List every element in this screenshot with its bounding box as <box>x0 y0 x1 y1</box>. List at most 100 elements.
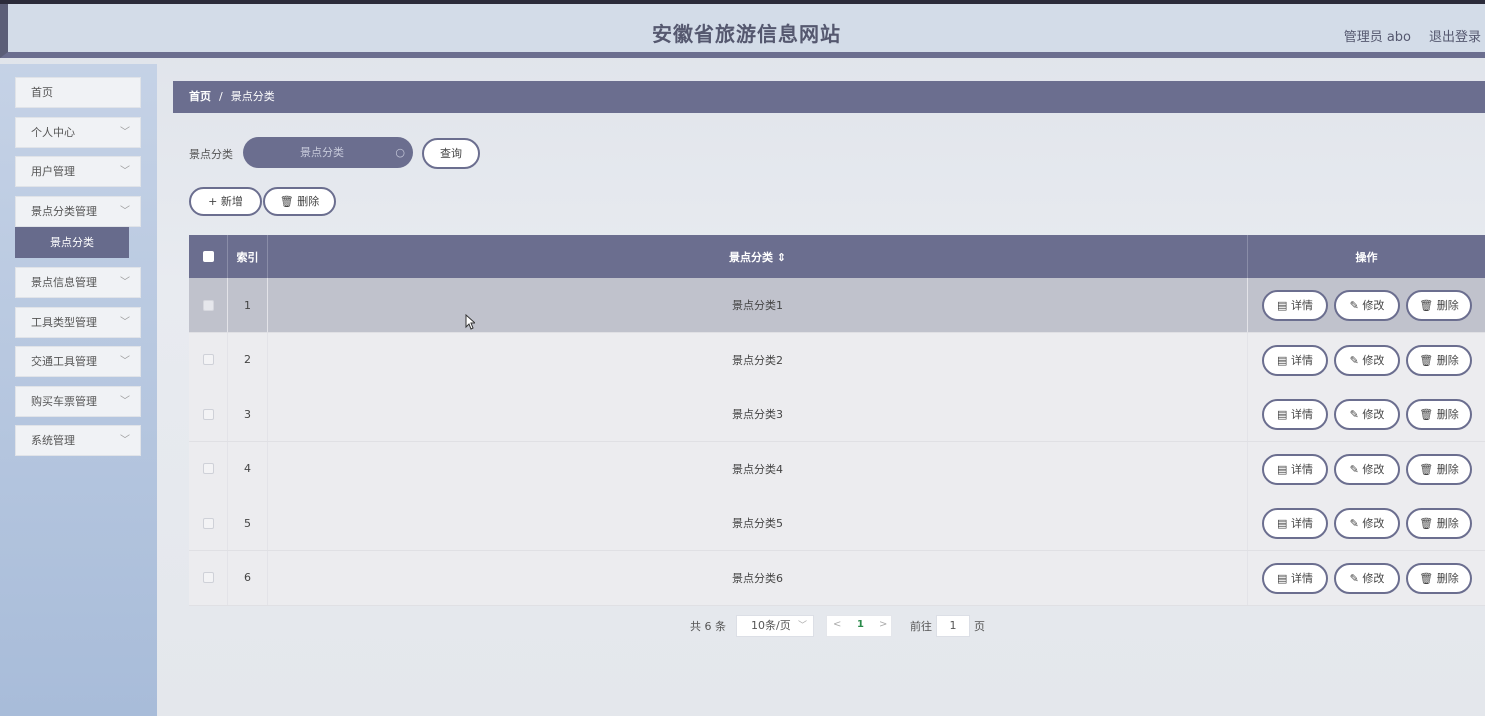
detail-label: 详情 <box>1290 571 1313 585</box>
admin-user-label: 管理员 abo <box>1343 30 1411 45</box>
header-index: 索引 <box>228 235 268 278</box>
row-check-cell <box>189 387 228 441</box>
table-row: 5 景点分类5 ▤ 详情 ✎ 修改 🗑 删除 <box>189 496 1485 551</box>
header-ops: 操作 <box>1355 250 1378 264</box>
row-delete-button[interactable]: 🗑 删除 <box>1406 290 1472 321</box>
sidebar-item-label: 工具类型管理 <box>31 316 97 329</box>
add-button[interactable]: + 新增 <box>189 187 262 216</box>
detail-button[interactable]: ▤ 详情 <box>1262 344 1328 376</box>
page-size-select[interactable]: 10条/页 ﹀ <box>736 615 814 637</box>
delete-label: 删除 <box>1436 408 1459 421</box>
row-delete-button[interactable]: 🗑 删除 <box>1406 344 1472 376</box>
edit-button[interactable]: ✎ 修改 <box>1334 399 1400 430</box>
edit-button[interactable]: ✎ 修改 <box>1334 508 1400 539</box>
sidebar-item-ticket-management[interactable]: 购买车票管理 ﹀ <box>15 386 141 417</box>
edit-label: 修改 <box>1362 571 1385 585</box>
row-check-cell <box>189 550 228 605</box>
delete-label: 删除 <box>1436 462 1459 476</box>
page-size-value: 10条/页 <box>751 619 791 632</box>
row-category: 景点分类6 <box>268 550 1248 605</box>
detail-label: 详情 <box>1290 299 1313 312</box>
sidebar-item-label: 景点分类管理 <box>31 205 97 218</box>
breadcrumb-current: 景点分类 <box>230 90 275 103</box>
query-button[interactable]: 查询 <box>422 138 480 169</box>
current-page[interactable]: 1 <box>857 619 864 630</box>
row-index: 5 <box>228 496 268 550</box>
header-category[interactable]: 景点分类 ⇕ <box>268 235 1248 278</box>
row-delete-button[interactable]: 🗑 删除 <box>1406 399 1472 430</box>
delete-label: 删除 <box>1436 299 1459 312</box>
pencil-icon: ✎ <box>1349 353 1359 367</box>
row-delete-button[interactable]: 🗑 删除 <box>1406 562 1472 594</box>
edit-label: 修改 <box>1362 353 1385 367</box>
pencil-icon: ✎ <box>1349 408 1359 421</box>
edit-button[interactable]: ✎ 修改 <box>1334 562 1400 594</box>
sidebar-item-category-management[interactable]: 景点分类管理 ﹀ <box>15 196 141 227</box>
table-row: 4 景点分类4 ▤ 详情 ✎ 修改 🗑 删除 <box>189 441 1485 497</box>
pencil-icon: ✎ <box>1349 462 1359 476</box>
goto-page-input[interactable]: 1 <box>936 615 970 637</box>
sidebar-item-system-management[interactable]: 系统管理 ﹀ <box>15 425 141 456</box>
table-row: 1 景点分类1 ▤ 详情 ✎ 修改 🗑 删除 <box>189 278 1485 333</box>
search-input[interactable]: 景点分类 ○ <box>243 137 413 168</box>
logout-link[interactable]: 退出登录 <box>1429 26 1481 45</box>
row-category: 景点分类2 <box>268 332 1248 387</box>
row-check-cell <box>189 278 228 332</box>
detail-label: 详情 <box>1290 517 1313 530</box>
row-checkbox[interactable] <box>202 517 214 529</box>
row-checkbox[interactable] <box>202 408 214 420</box>
edit-button[interactable]: ✎ 修改 <box>1334 344 1400 376</box>
breadcrumb-separator: / <box>219 90 223 103</box>
sidebar-item-label: 交通工具管理 <box>31 355 97 368</box>
breadcrumb-home[interactable]: 首页 <box>189 90 211 103</box>
search-icon: ○ <box>395 146 405 159</box>
row-delete-button[interactable]: 🗑 删除 <box>1406 453 1472 485</box>
select-all-checkbox[interactable] <box>202 251 214 262</box>
row-delete-button[interactable]: 🗑 删除 <box>1406 508 1472 539</box>
pager-nav: < 1 > <box>826 615 892 637</box>
edit-button[interactable]: ✎ 修改 <box>1334 290 1400 321</box>
row-checkbox[interactable] <box>202 572 214 583</box>
trash-icon: 🗑 <box>1419 408 1434 421</box>
delete-label: 删除 <box>1436 517 1459 530</box>
document-icon: ▤ <box>1277 571 1288 585</box>
delete-button[interactable]: 🗑 删除 <box>263 187 336 216</box>
document-icon: ▤ <box>1277 462 1288 476</box>
detail-button[interactable]: ▤ 详情 <box>1262 562 1328 594</box>
sidebar-item-attraction-management[interactable]: 景点信息管理 ﹀ <box>15 267 141 298</box>
row-index: 2 <box>228 332 268 387</box>
row-checkbox[interactable] <box>202 463 214 474</box>
sidebar-item-transport-management[interactable]: 交通工具管理 ﹀ <box>15 346 141 377</box>
row-checkbox[interactable] <box>202 354 214 365</box>
prev-page-button[interactable]: < <box>833 619 841 630</box>
pencil-icon: ✎ <box>1349 299 1359 312</box>
table-header: 索引 景点分类 ⇕ 操作 <box>189 235 1485 278</box>
next-page-button[interactable]: > <box>879 619 887 630</box>
chevron-down-icon: ﹀ <box>120 356 130 367</box>
trash-icon: 🗑 <box>1419 462 1434 476</box>
sidebar-item-user-management[interactable]: 用户管理 ﹀ <box>15 156 141 187</box>
goto-label: 前往 <box>910 620 932 633</box>
table-row: 3 景点分类3 ▤ 详情 ✎ 修改 🗑 删除 <box>189 387 1485 442</box>
detail-button[interactable]: ▤ 详情 <box>1262 453 1328 485</box>
chevron-down-icon: ﹀ <box>120 277 130 288</box>
document-icon: ▤ <box>1277 299 1288 312</box>
chevron-down-icon: ﹀ <box>797 621 807 631</box>
sidebar-item-personal-center[interactable]: 个人中心 ﹀ <box>15 117 141 148</box>
mouse-cursor-icon <box>465 314 475 330</box>
document-icon: ▤ <box>1277 353 1288 367</box>
breadcrumb: 首页 / 景点分类 <box>173 81 1485 113</box>
sidebar-item-tool-type-management[interactable]: 工具类型管理 ﹀ <box>15 307 141 338</box>
detail-label: 详情 <box>1290 353 1313 367</box>
row-ops: ▤ 详情 ✎ 修改 🗑 删除 <box>1248 551 1485 605</box>
detail-button[interactable]: ▤ 详情 <box>1262 399 1328 430</box>
edit-button[interactable]: ✎ 修改 <box>1334 453 1400 485</box>
detail-button[interactable]: ▤ 详情 <box>1262 290 1328 321</box>
row-checkbox[interactable] <box>202 299 214 311</box>
row-ops: ▤ 详情 ✎ 修改 🗑 删除 <box>1248 278 1485 332</box>
detail-button[interactable]: ▤ 详情 <box>1262 508 1328 539</box>
sidebar-subitem-category[interactable]: 景点分类 <box>15 227 129 258</box>
chevron-down-icon: ﹀ <box>120 317 130 328</box>
row-ops: ▤ 详情 ✎ 修改 🗑 删除 <box>1248 333 1485 387</box>
sidebar-item-home[interactable]: 首页 <box>15 77 141 108</box>
